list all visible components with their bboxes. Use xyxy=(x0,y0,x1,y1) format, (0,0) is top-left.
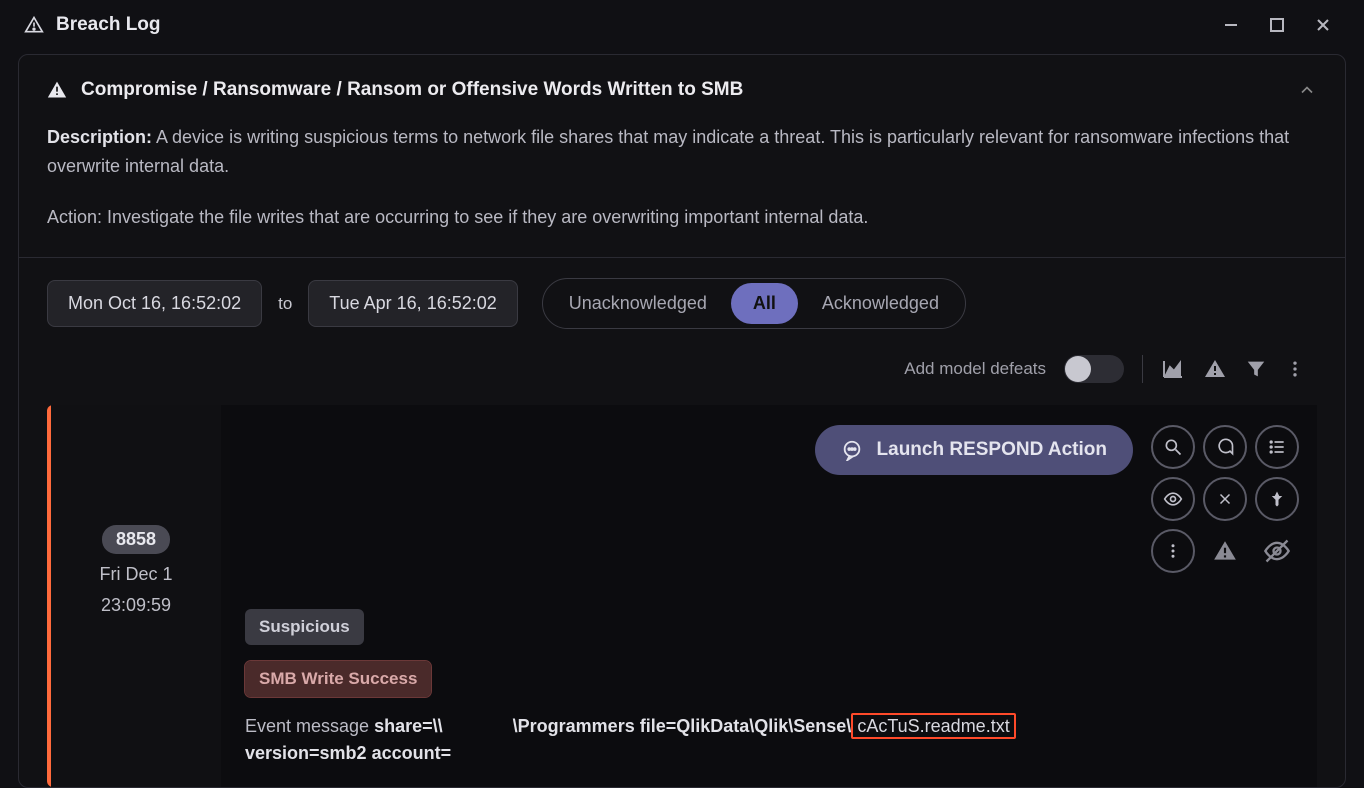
event-meta: 8858 Fri Dec 1 23:09:59 xyxy=(51,405,221,787)
launch-respond-button[interactable]: Launch RESPOND Action xyxy=(815,425,1133,475)
comment-icon xyxy=(841,439,863,461)
alert-icon[interactable] xyxy=(1203,529,1247,573)
chevron-up-icon[interactable] xyxy=(1297,80,1317,100)
pin-icon[interactable] xyxy=(1255,477,1299,521)
warning-icon[interactable] xyxy=(1203,357,1227,381)
highlighted-filename: cAcTuS.readme.txt xyxy=(851,713,1015,739)
comment-bubble-icon[interactable] xyxy=(1203,425,1247,469)
list-icon[interactable] xyxy=(1255,425,1299,469)
description-label: Description: xyxy=(47,127,152,147)
date-to-picker[interactable]: Tue Apr 16, 16:52:02 xyxy=(308,280,517,327)
model-defeats-label: Add model defeats xyxy=(904,359,1046,379)
event-actions xyxy=(1151,425,1299,573)
close-button[interactable] xyxy=(1306,12,1340,38)
maximize-button[interactable] xyxy=(1260,12,1294,38)
msg-line2: version=smb2 account= xyxy=(245,743,451,763)
description-text: Description: A device is writing suspici… xyxy=(47,123,1317,181)
search-icon[interactable] xyxy=(1151,425,1195,469)
tag-suspicious[interactable]: Suspicious xyxy=(245,609,364,645)
alert-triangle-icon xyxy=(47,80,67,100)
description-value: A device is writing suspicious terms to … xyxy=(47,127,1289,176)
event-message: Event message share=\\ \Programmers file… xyxy=(245,713,1085,767)
warning-triangle-icon xyxy=(24,15,44,35)
date-from-picker[interactable]: Mon Oct 16, 16:52:02 xyxy=(47,280,262,327)
x-icon[interactable] xyxy=(1203,477,1247,521)
separator xyxy=(1142,355,1143,383)
secondary-toolbar: Add model defeats xyxy=(19,337,1345,393)
model-defeats-toggle[interactable] xyxy=(1064,355,1124,383)
action-text: Action: Investigate the file writes that… xyxy=(47,203,1317,232)
segment-unacknowledged[interactable]: Unacknowledged xyxy=(547,283,729,324)
filter-controls: Mon Oct 16, 16:52:02 to Tue Apr 16, 16:5… xyxy=(19,258,1345,337)
event-main: Launch RESPOND Action Suspicious SMB Wri… xyxy=(221,405,1317,787)
eye-off-icon[interactable] xyxy=(1255,529,1299,573)
segment-acknowledged[interactable]: Acknowledged xyxy=(800,283,961,324)
segment-all[interactable]: All xyxy=(731,283,798,324)
panel-body: Description: A device is writing suspici… xyxy=(19,101,1345,258)
eye-icon[interactable] xyxy=(1151,477,1195,521)
msg-share: share=\\ xyxy=(374,716,443,736)
minimize-button[interactable] xyxy=(1214,12,1248,38)
panel-heading: Compromise / Ransomware / Ransom or Offe… xyxy=(81,79,743,101)
area-chart-icon[interactable] xyxy=(1161,357,1185,381)
event-row: 8858 Fri Dec 1 23:09:59 Launch RESPOND A… xyxy=(47,405,1317,787)
event-count-badge: 8858 xyxy=(102,525,170,554)
more-vertical-icon[interactable] xyxy=(1285,359,1305,379)
to-label: to xyxy=(278,294,292,314)
more-icon[interactable] xyxy=(1151,529,1195,573)
titlebar: Breach Log xyxy=(0,0,1364,50)
tag-smb-write[interactable]: SMB Write Success xyxy=(245,661,431,697)
panel-header[interactable]: Compromise / Ransomware / Ransom or Offe… xyxy=(19,55,1345,101)
event-time: 23:09:59 xyxy=(63,595,209,616)
event-date: Fri Dec 1 xyxy=(63,564,209,585)
filter-icon[interactable] xyxy=(1245,358,1267,380)
event-tags: Suspicious SMB Write Success xyxy=(245,609,1317,697)
ack-filter-segment: Unacknowledged All Acknowledged xyxy=(542,278,966,329)
respond-label: Launch RESPOND Action xyxy=(877,439,1107,461)
window-title: Breach Log xyxy=(56,14,161,36)
msg-path: \Programmers file=QlikData\Qlik\Sense\ xyxy=(513,716,852,736)
msg-prefix: Event message xyxy=(245,716,374,736)
breach-panel: Compromise / Ransomware / Ransom or Offe… xyxy=(18,54,1346,788)
